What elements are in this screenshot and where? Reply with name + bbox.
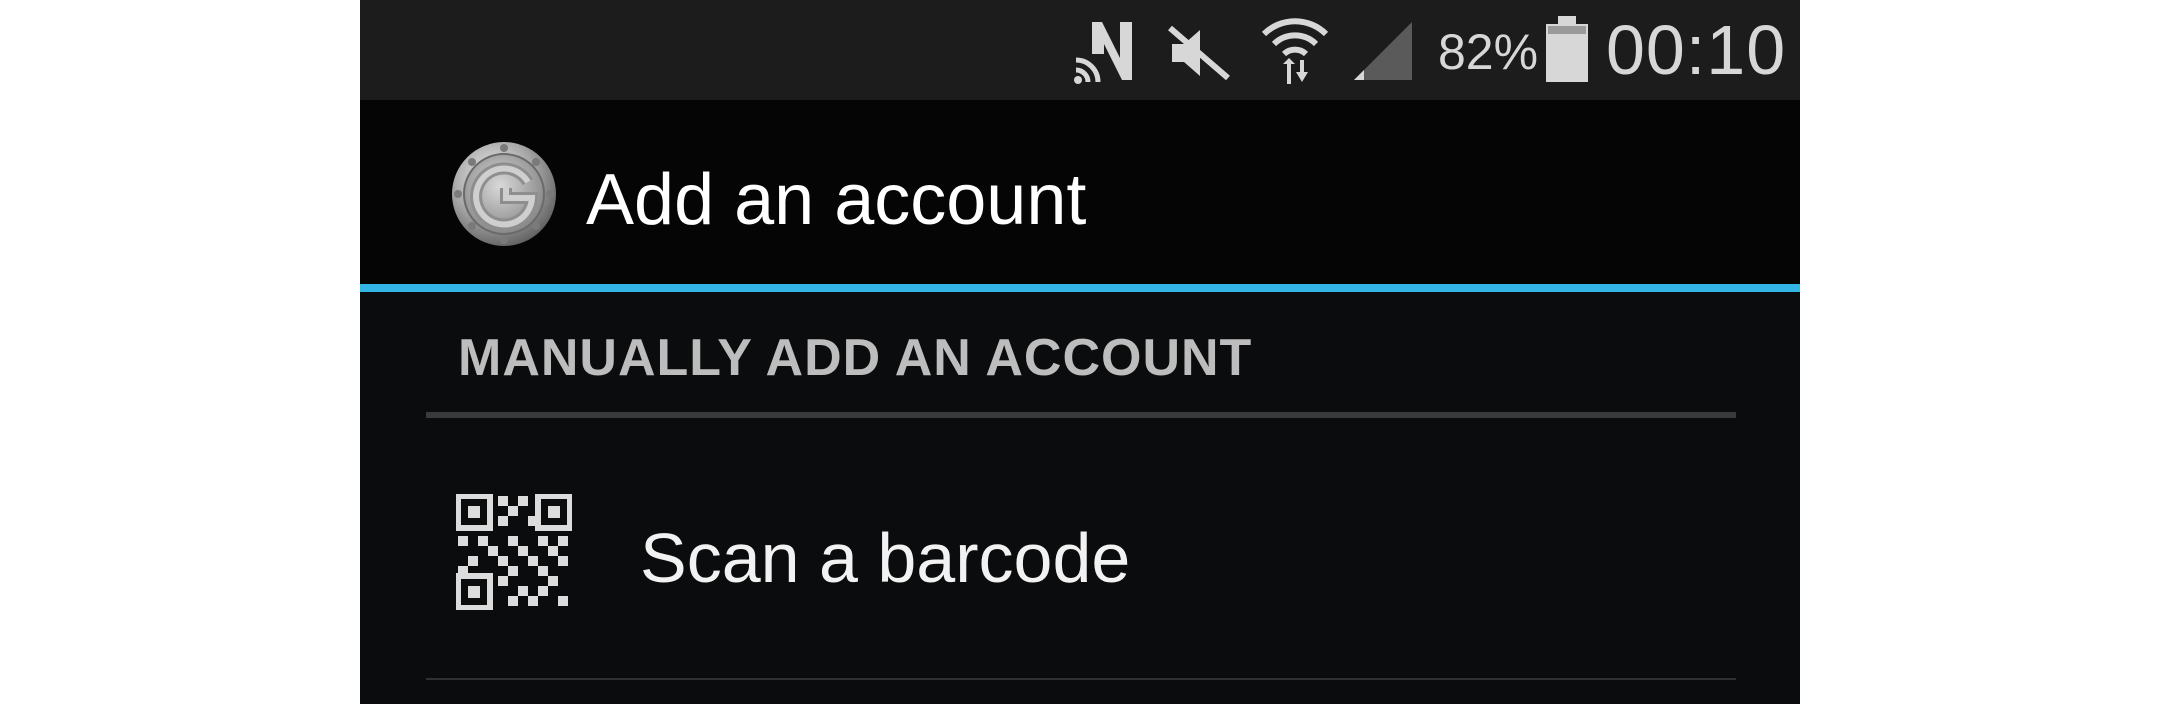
signal-icon [1354,22,1412,80]
authenticator-logo-icon[interactable] [450,140,558,248]
qr-code-icon [456,494,572,610]
scan-barcode-label: Scan a barcode [640,519,1131,597]
battery-icon [1546,16,1588,82]
status-bar: 82% 00:10 [360,0,1800,100]
action-bar: Add an account [360,100,1800,284]
accent-divider [360,284,1800,292]
nfc-icon [1074,22,1132,84]
clock: 00:10 [1606,11,1787,89]
phone-screen: 82% 00:10 Add an account MANUALLY ADD AN… [360,0,1800,704]
section-header: MANUALLY ADD AN ACCOUNT [458,329,1253,387]
section-divider [426,412,1736,418]
page-title: Add an account [586,160,1087,240]
list-divider [426,678,1736,680]
battery-percent: 82% [1438,24,1539,80]
wifi-icon [1261,18,1329,84]
mute-icon [1168,25,1230,81]
scan-barcode-item[interactable]: Scan a barcode [426,420,1736,676]
